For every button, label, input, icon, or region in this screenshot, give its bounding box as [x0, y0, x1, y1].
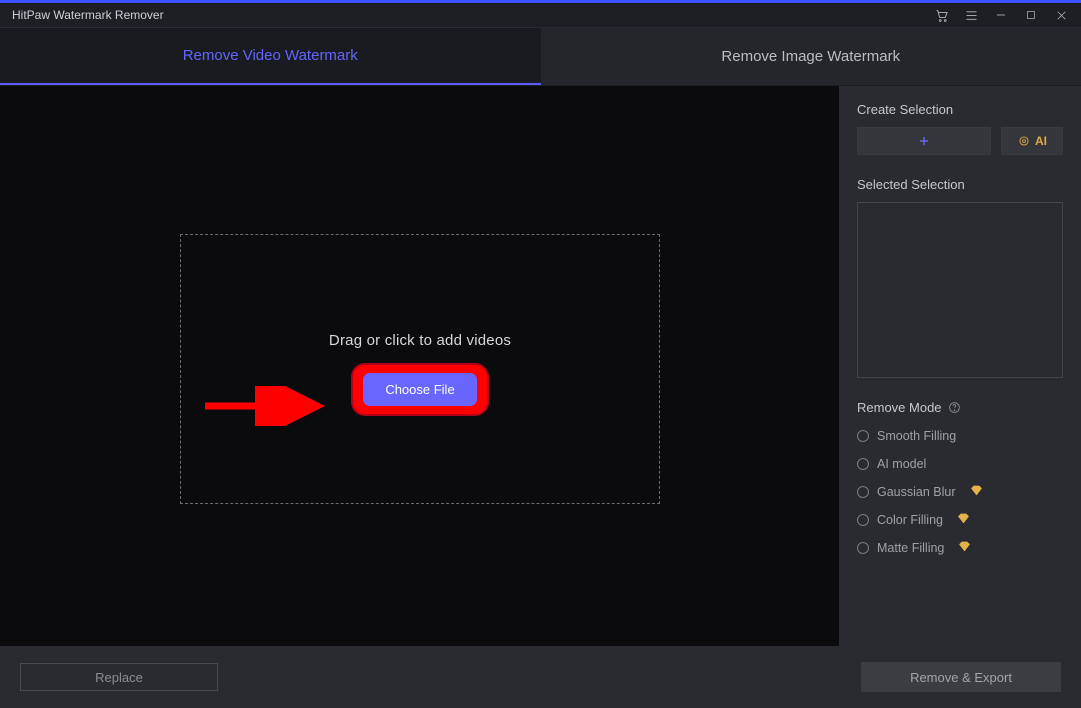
remove-export-button[interactable]: Remove & Export [861, 662, 1061, 692]
titlebar: HitPaw Watermark Remover [0, 0, 1081, 28]
minimize-icon[interactable] [987, 4, 1015, 26]
maximize-icon[interactable] [1017, 4, 1045, 26]
ai-selection-button[interactable]: AI [1001, 127, 1063, 155]
radio-icon [857, 486, 869, 498]
radio-icon [857, 514, 869, 526]
bottom-bar: Replace Remove & Export [0, 646, 1081, 708]
cart-icon[interactable] [927, 4, 955, 26]
mode-label: Smooth Filling [877, 429, 956, 443]
plus-icon [917, 134, 931, 148]
tab-label: Remove Image Watermark [721, 48, 900, 65]
mode-label: Color Filling [877, 513, 943, 527]
mode-label: Gaussian Blur [877, 485, 956, 499]
mode-matte-filling[interactable]: Matte Filling [857, 541, 1063, 555]
dropzone-hint: Drag or click to add videos [329, 332, 511, 349]
radio-icon [857, 542, 869, 554]
radio-icon [857, 430, 869, 442]
create-selection-button[interactable] [857, 127, 991, 155]
choose-file-button[interactable]: Choose File [363, 373, 476, 406]
choose-file-wrapper: Choose File [363, 373, 476, 406]
tab-remove-image[interactable]: Remove Image Watermark [541, 28, 1081, 85]
ai-label: AI [1035, 134, 1047, 148]
app-title: HitPaw Watermark Remover [12, 8, 164, 22]
mode-tabs: Remove Video Watermark Remove Image Wate… [0, 28, 1081, 86]
tab-remove-video[interactable]: Remove Video Watermark [0, 28, 541, 85]
menu-icon[interactable] [957, 4, 985, 26]
selected-selection-box [857, 202, 1063, 378]
help-icon[interactable] [948, 401, 961, 414]
premium-icon [958, 541, 971, 555]
remove-mode-label: Remove Mode [857, 400, 1063, 415]
mode-gaussian-blur[interactable]: Gaussian Blur [857, 485, 1063, 499]
mode-label: AI model [877, 457, 926, 471]
replace-button[interactable]: Replace [20, 663, 218, 691]
selected-selection-label: Selected Selection [857, 177, 1063, 192]
premium-icon [970, 485, 983, 499]
radio-icon [857, 458, 869, 470]
mode-label: Matte Filling [877, 541, 944, 555]
mode-color-filling[interactable]: Color Filling [857, 513, 1063, 527]
mode-smooth-filling[interactable]: Smooth Filling [857, 429, 1063, 443]
mode-ai-model[interactable]: AI model [857, 457, 1063, 471]
close-icon[interactable] [1047, 4, 1075, 26]
create-selection-label: Create Selection [857, 102, 1063, 117]
dropzone[interactable]: Drag or click to add videos Choose File [180, 234, 660, 504]
workspace: Drag or click to add videos Choose File [0, 86, 839, 646]
ai-icon [1017, 134, 1031, 148]
sidebar: Create Selection AI Selected Selection R… [839, 86, 1081, 646]
tab-label: Remove Video Watermark [183, 47, 358, 64]
window-controls [927, 4, 1075, 26]
premium-icon [957, 513, 970, 527]
